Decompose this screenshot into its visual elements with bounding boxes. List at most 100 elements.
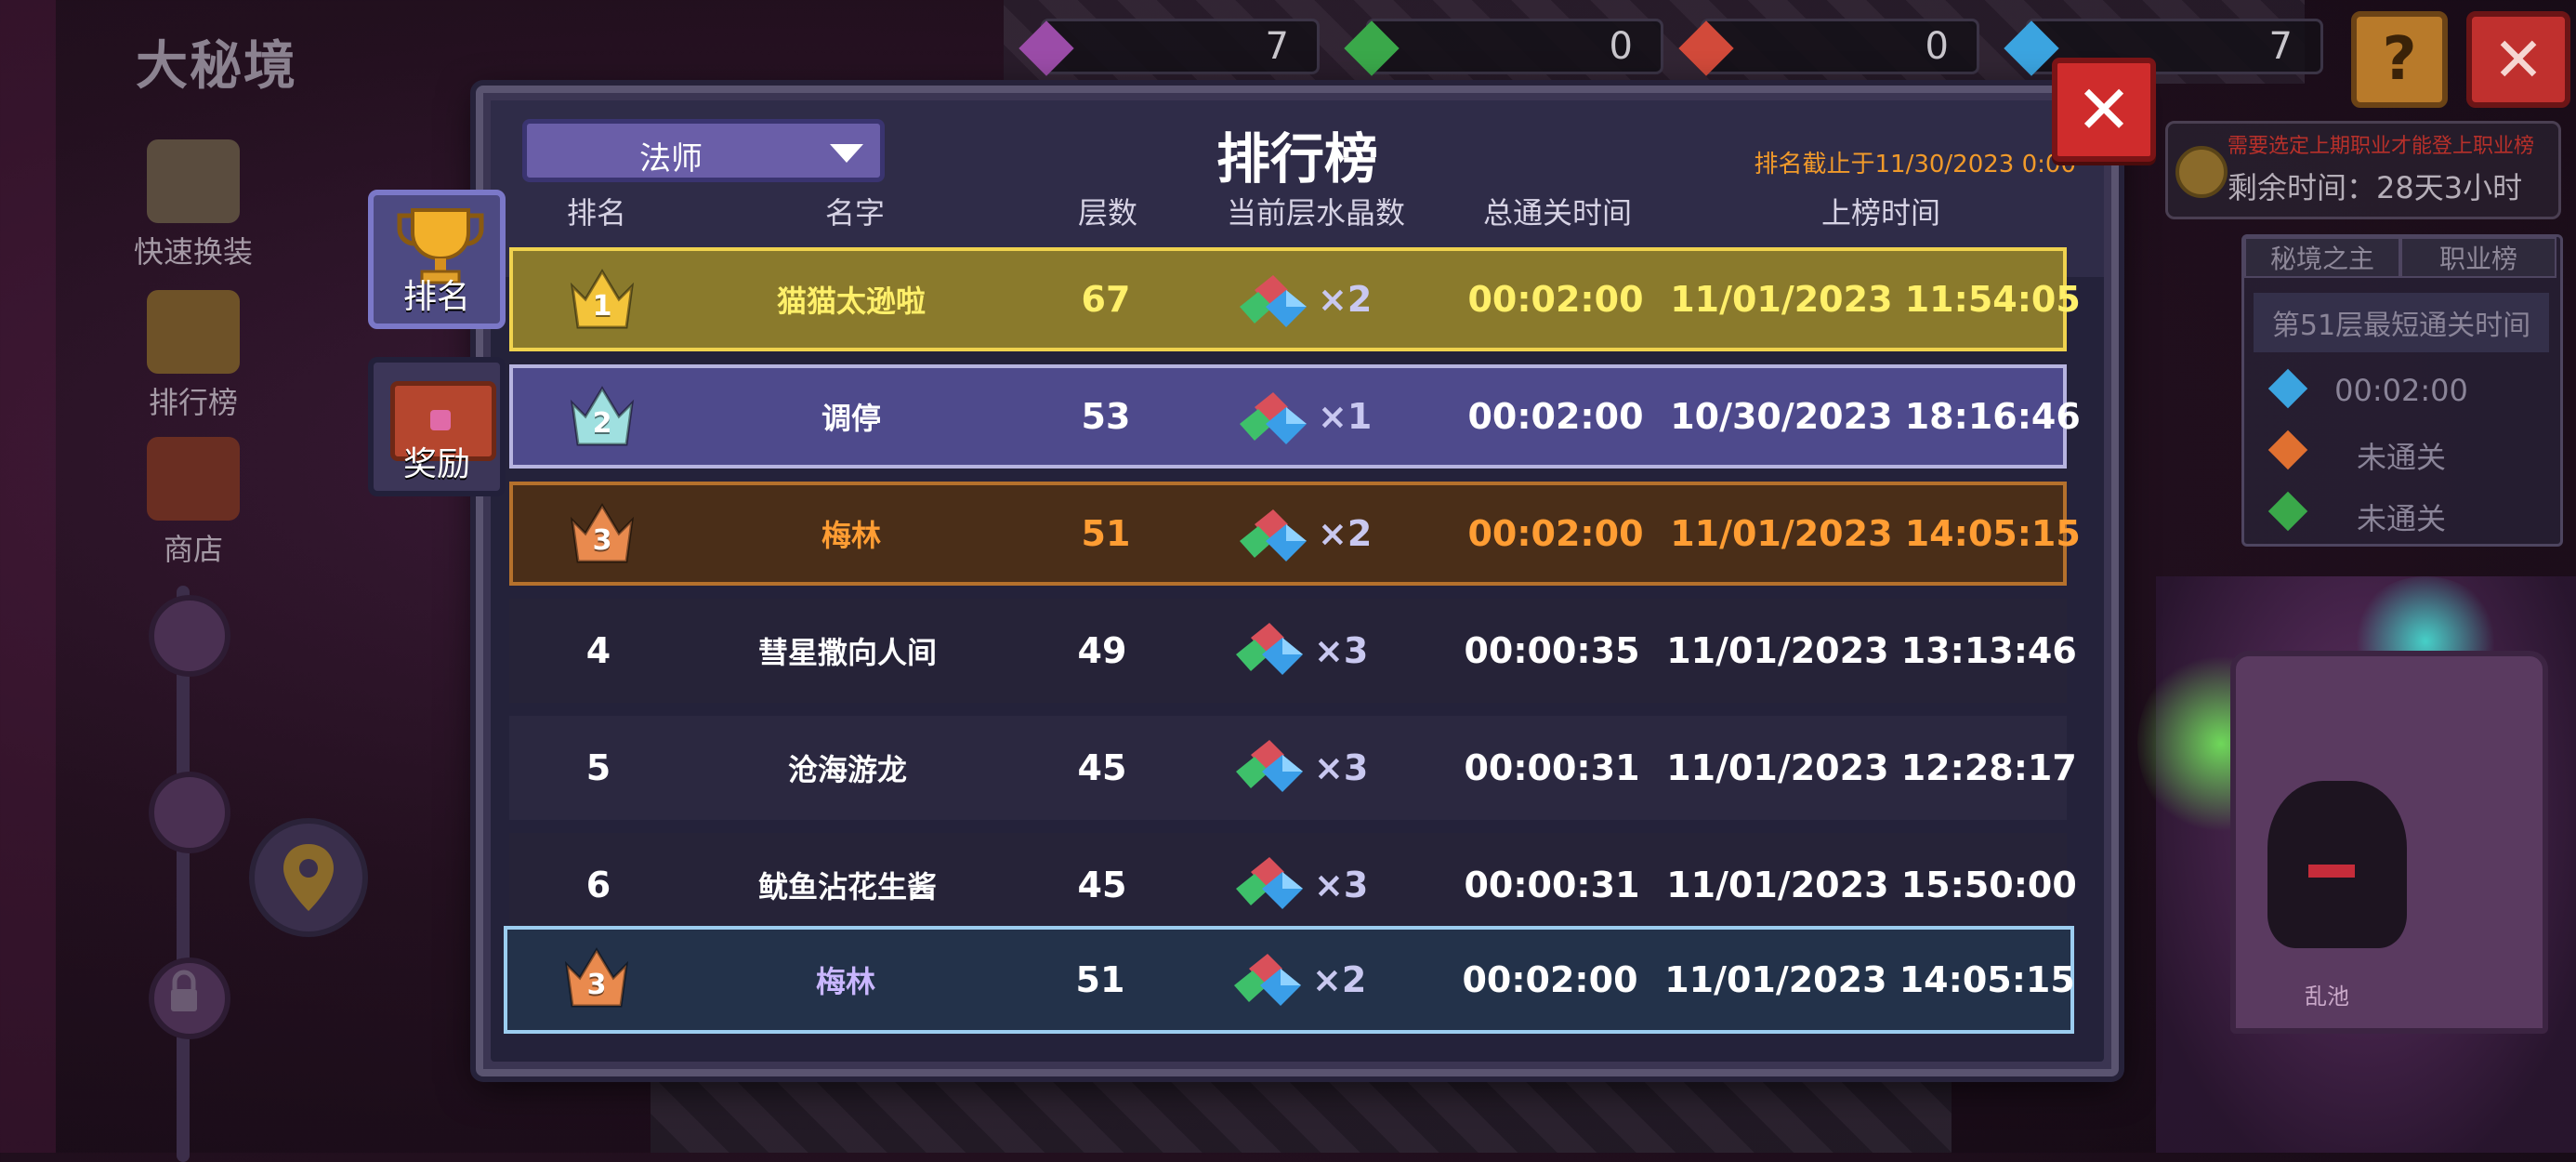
total-time: 00:00:31 [1464, 747, 1640, 788]
top-counter-1: 7 [1019, 19, 1320, 76]
ranking-deadline: 排名截止于11/30/2023 0:00 [1754, 151, 2076, 178]
bottom-decor-band [651, 1071, 1952, 1153]
player-name: 沧海游龙 [787, 752, 908, 787]
player-name: 梅林 [815, 964, 876, 999]
menu-label: 快速换装 [133, 234, 253, 270]
floor-value: 51 [1075, 959, 1125, 1000]
tab-label: 排名 [402, 278, 470, 316]
column-header-floor: 层数 [1077, 195, 1138, 231]
close-dialog-button[interactable]: ✕ [2052, 58, 2156, 162]
realm-master-panel: 秘境之主 职业榜 第51层最短通关时间 00:02:00 未通关 未通关 [2241, 234, 2563, 547]
leaderboard-row[interactable]: 1 猫猫太逊啦 67 ×2 00:02:00 11/01/2023 11:54:05 [509, 247, 2081, 351]
listed-time: 11/01/2023 12:28:17 [1666, 747, 2077, 788]
column-header-rank: 排名 [566, 195, 627, 231]
counter-value: 0 [1925, 25, 1949, 68]
location-pin-button[interactable] [249, 818, 368, 937]
leaderboard-row[interactable]: 5 沧海游龙 45 ×3 00:00:31 11/01/2023 12:28:17 [509, 716, 2077, 820]
locked-path-node[interactable] [149, 957, 230, 1039]
menu-leaderboard[interactable]: 排行榜 [130, 290, 256, 422]
crystal-icon [1240, 275, 1307, 327]
rank-number: 4 [585, 630, 611, 671]
counter-value: 7 [1265, 25, 1289, 68]
listed-time: 11/01/2023 14:05:15 [1670, 513, 2081, 554]
total-time: 00:02:00 [1467, 396, 1644, 437]
rank-number: 1 [592, 290, 612, 323]
leaderboard-row[interactable]: 3 梅林 51 ×2 00:02:00 11/01/2023 14:05:15 [509, 482, 2081, 586]
floor-value: 49 [1077, 630, 1127, 671]
crystal-count: ×3 [1314, 630, 1369, 671]
clock-icon [2175, 146, 2228, 198]
leaderboard-row[interactable]: 6 鱿鱼沾花生酱 45 ×3 00:00:31 11/01/2023 15:50:00 [509, 833, 2077, 937]
total-time: 00:02:00 [1467, 279, 1644, 320]
crystal-count: ×3 [1314, 747, 1369, 788]
rank-number: 6 [585, 865, 611, 905]
player-name: 梅林 [821, 518, 882, 553]
crystal-count: ×1 [1318, 396, 1373, 437]
column-header-listed-time: 上榜时间 [1820, 195, 1941, 231]
counter-value: 0 [1609, 25, 1633, 68]
path-node[interactable] [149, 595, 230, 677]
listed-time: 11/01/2023 13:13:46 [1666, 630, 2077, 671]
leaderboard-row[interactable]: 2 调停 53 ×1 00:02:00 10/30/2023 18:16:46 [509, 364, 2081, 469]
panel-row-value: 未通关 [2356, 440, 2446, 475]
tab-label: 奖励 [402, 445, 470, 483]
crystal-count: ×2 [1318, 279, 1373, 320]
panel-row-value: 00:02:00 [2334, 373, 2468, 408]
floor-value: 51 [1081, 513, 1131, 554]
crystal-icon [1236, 740, 1303, 792]
leaderboard-row[interactable]: 4 彗星撒向人间 49 ×3 00:00:35 11/01/2023 13:13:46 [509, 599, 2077, 703]
left-edge-decor [0, 0, 56, 1153]
counter-value: 7 [2268, 25, 2293, 68]
crystal-icon [1236, 623, 1303, 675]
crystal-count: ×2 [1318, 513, 1373, 554]
rank-crown-icon: 2 [567, 383, 637, 450]
total-time: 00:02:00 [1467, 513, 1644, 554]
help-button[interactable]: ? [2351, 11, 2448, 108]
floor-value: 45 [1077, 747, 1127, 788]
player-name: 猫猫太逊啦 [776, 284, 927, 319]
tab-class-board[interactable]: 职业榜 [2400, 237, 2556, 278]
trophy-icon [147, 290, 240, 374]
panel-row: 未通关 [2254, 484, 2549, 540]
player-name: 鱿鱼沾花生酱 [757, 869, 938, 905]
menu-shop[interactable]: 商店 [130, 437, 256, 569]
menu-label: 排行榜 [148, 385, 238, 420]
rank-number: 2 [592, 407, 612, 440]
crystal-count: ×3 [1314, 865, 1369, 905]
screen-title: 大秘境 [136, 36, 297, 97]
total-time: 00:00:35 [1464, 630, 1640, 671]
crystal-icon [1234, 954, 1301, 1006]
panel-row: 00:02:00 [2254, 362, 2549, 417]
tab-rewards[interactable]: 奖励 [368, 357, 506, 496]
top-counter-3: 0 [1678, 19, 1979, 76]
timer-warning: 需要选定上期职业才能登上职业榜 [2228, 135, 2535, 158]
boss-eyes [2308, 865, 2355, 878]
panel-row-value: 未通关 [2356, 501, 2446, 536]
my-rank-row[interactable]: 3 梅林 51 ×2 00:02:00 11/01/2023 14:05:15 [504, 926, 2075, 1034]
menu-label: 商店 [163, 532, 223, 567]
boss-name: 乱池 [2305, 984, 2349, 1010]
close-screen-button[interactable]: ✕ [2466, 11, 2570, 108]
path-node[interactable] [149, 772, 230, 853]
floor-value: 53 [1081, 396, 1131, 437]
tab-realm-master[interactable]: 秘境之主 [2244, 237, 2400, 278]
menu-quick-equip[interactable]: 快速换装 [130, 139, 256, 271]
listed-time: 11/01/2023 14:05:15 [1664, 959, 2075, 1000]
total-time: 00:02:00 [1462, 959, 1638, 1000]
remaining-time: 剩余时间：28天3小时 [2228, 170, 2523, 205]
top-counter-2: 0 [1344, 19, 1663, 76]
rank-crown-icon: 1 [567, 266, 637, 333]
floor-value: 45 [1077, 865, 1127, 905]
column-header-name: 名字 [824, 195, 886, 231]
player-name: 调停 [821, 401, 882, 436]
rank-crown-icon: 3 [561, 944, 632, 1011]
listed-time: 11/01/2023 15:50:00 [1666, 865, 2077, 905]
rank-number: 3 [592, 524, 612, 557]
total-time: 00:00:31 [1464, 865, 1640, 905]
tab-ranking[interactable]: 排名 [368, 190, 506, 329]
season-timer: 需要选定上期职业才能登上职业榜 剩余时间：28天3小时 [2165, 121, 2561, 219]
crystal-icon [1240, 392, 1307, 444]
lock-icon [171, 970, 197, 1011]
shop-icon [147, 437, 240, 521]
rank-number: 3 [586, 969, 607, 1001]
